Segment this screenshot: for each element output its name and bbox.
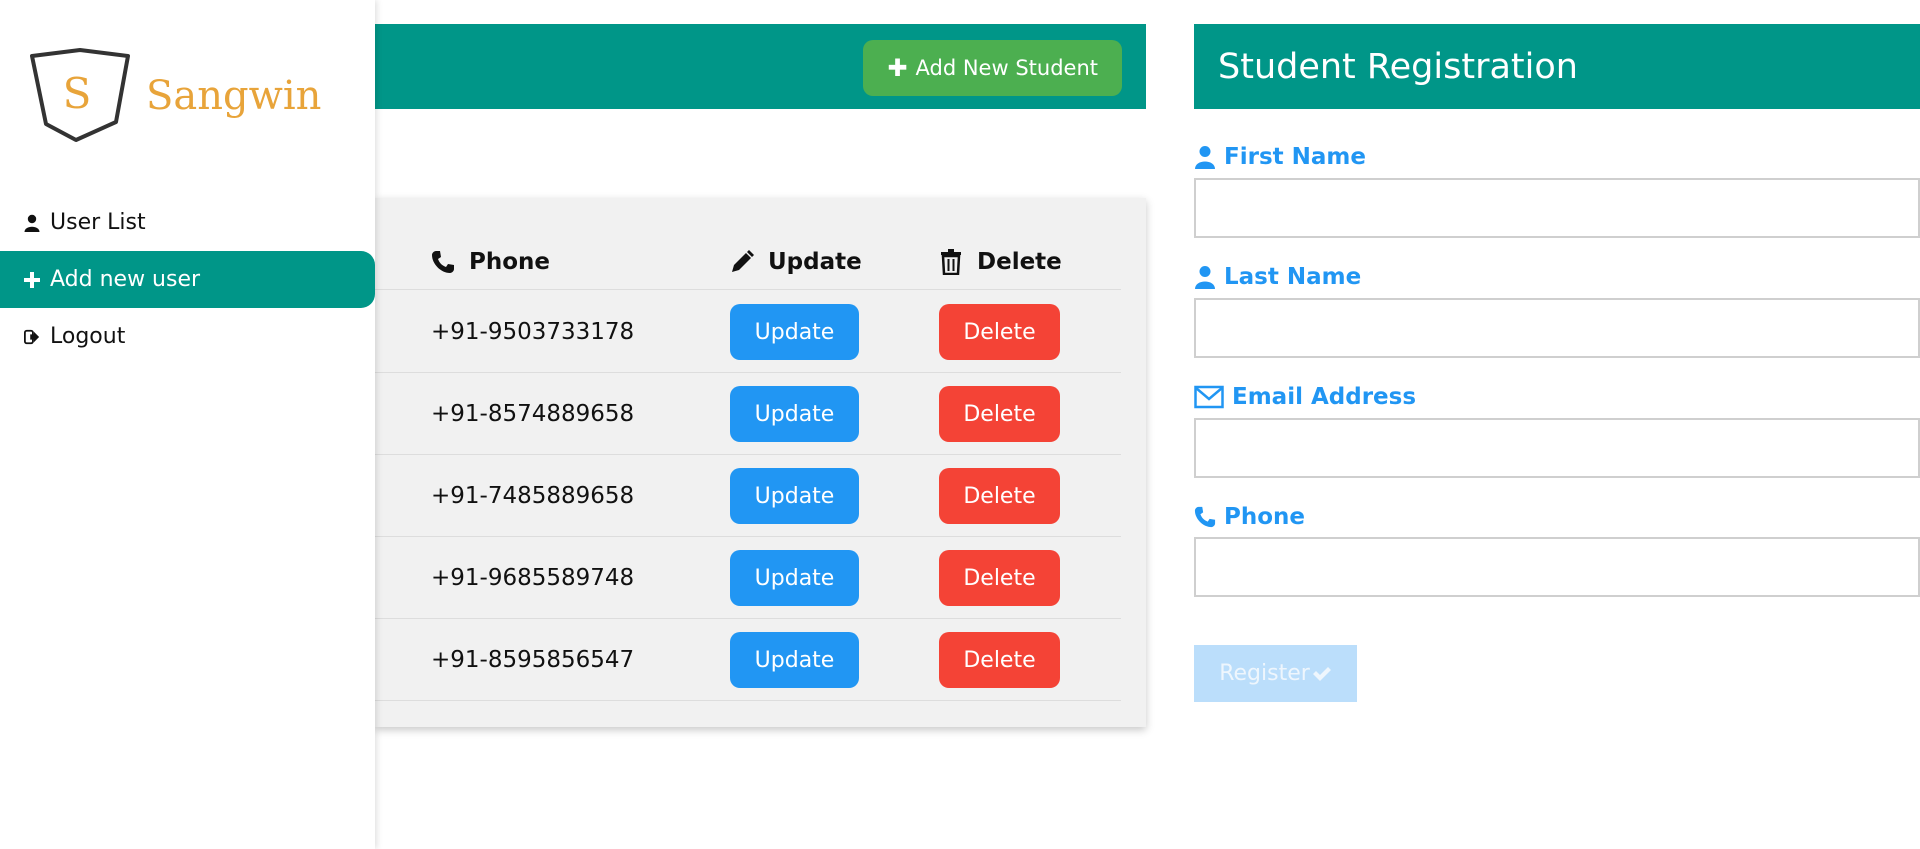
plus-icon: ✚ <box>887 54 908 82</box>
sidebar: S Sangwin User List Add new user Logout <box>0 0 375 849</box>
update-button[interactable]: Update <box>730 550 859 606</box>
sidebar-item-label: Logout <box>50 324 126 349</box>
user-icon <box>24 214 46 232</box>
row-phone: +91-8574889658 <box>431 401 635 427</box>
brand-logo[interactable]: S Sangwin <box>28 48 328 143</box>
sidebar-item-label: Add new user <box>50 267 201 292</box>
envelope-icon <box>1194 385 1224 409</box>
register-label: Register <box>1219 661 1310 686</box>
sidebar-item-label: User List <box>50 210 146 235</box>
email-address-input[interactable] <box>1194 418 1920 478</box>
sidebar-item-user-list[interactable]: User List <box>0 194 375 251</box>
row-phone: +91-9503733178 <box>431 319 635 345</box>
sidebar-nav: User List Add new user Logout <box>0 194 375 365</box>
brand-name: Sangwin <box>146 72 322 119</box>
column-label: Delete <box>977 249 1062 275</box>
phone-label: Phone <box>1194 501 1305 533</box>
pencil-icon <box>732 250 754 272</box>
row-phone: +91-9685589748 <box>431 565 635 591</box>
email-address-label: Email Address <box>1194 381 1416 413</box>
column-header-delete: Delete <box>939 234 1062 290</box>
registration-title: Student Registration <box>1194 24 1920 109</box>
table-row: +91-8574889658 Update Delete <box>375 373 1121 455</box>
logo-letter: S <box>63 69 92 118</box>
field-label-text: Phone <box>1224 504 1306 530</box>
column-label: Update <box>768 249 862 275</box>
last-name-input[interactable] <box>1194 298 1920 358</box>
last-name-label: Last Name <box>1194 261 1361 293</box>
table-row: +91-9685589748 Update Delete <box>375 537 1121 619</box>
update-button[interactable]: Update <box>730 468 859 524</box>
phone-icon <box>1194 506 1216 528</box>
update-button[interactable]: Update <box>730 632 859 688</box>
sidebar-item-logout[interactable]: Logout <box>0 308 375 365</box>
student-table: Phone Update Delete +91-9503733178 Updat… <box>375 198 1146 727</box>
phone-icon <box>432 251 454 273</box>
field-label-text: First Name <box>1224 144 1366 170</box>
row-phone: +91-8595856547 <box>431 647 635 673</box>
student-list-header: ✚ Add New Student <box>375 24 1146 109</box>
update-button[interactable]: Update <box>730 386 859 442</box>
sidebar-item-add-new-user[interactable]: Add new user <box>0 251 375 308</box>
delete-button[interactable]: Delete <box>939 304 1060 360</box>
table-row: +91-8595856547 Update Delete <box>375 619 1121 701</box>
delete-button[interactable]: Delete <box>939 468 1060 524</box>
plus-icon <box>24 271 46 289</box>
logout-icon <box>24 328 46 346</box>
register-button[interactable]: Register <box>1194 645 1357 702</box>
update-button[interactable]: Update <box>730 304 859 360</box>
table-header: Phone Update Delete <box>375 234 1121 290</box>
first-name-label: First Name <box>1194 141 1366 173</box>
shield-logo-icon: S <box>30 48 130 142</box>
delete-button[interactable]: Delete <box>939 386 1060 442</box>
field-label-text: Last Name <box>1224 264 1362 290</box>
column-label: Phone <box>469 249 551 275</box>
first-name-input[interactable] <box>1194 178 1920 238</box>
field-label-text: Email Address <box>1232 384 1417 410</box>
delete-button[interactable]: Delete <box>939 632 1060 688</box>
table-row: +91-9503733178 Update Delete <box>375 291 1121 373</box>
row-phone: +91-7485889658 <box>431 483 635 509</box>
column-header-phone: Phone <box>431 234 550 290</box>
check-icon <box>1312 666 1331 681</box>
column-header-update: Update <box>730 234 862 290</box>
user-icon <box>1195 266 1215 289</box>
trash-icon <box>941 249 961 275</box>
user-icon <box>1195 146 1215 169</box>
add-new-student-button[interactable]: ✚ Add New Student <box>863 40 1122 96</box>
phone-input[interactable] <box>1194 537 1920 597</box>
delete-button[interactable]: Delete <box>939 550 1060 606</box>
table-row: +91-7485889658 Update Delete <box>375 455 1121 537</box>
add-new-student-label: Add New Student <box>915 56 1098 80</box>
